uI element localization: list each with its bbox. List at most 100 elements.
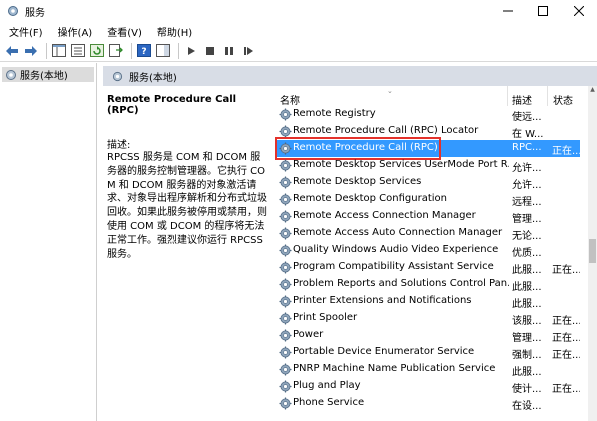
service-status: 正在...: [552, 333, 580, 344]
service-name: Problem Reports and Solutions Control Pa…: [293, 278, 509, 289]
service-status: 正在...: [552, 316, 580, 327]
menu-action[interactable]: 操作(A): [49, 24, 99, 39]
panel-header: 服务(本地): [103, 66, 597, 86]
tree-item-services-local[interactable]: 服务(本地): [2, 67, 94, 82]
service-name: Printer Extensions and Notifications: [293, 295, 472, 306]
maximize-button[interactable]: [526, 0, 560, 22]
service-gear-icon: [279, 159, 292, 172]
service-row[interactable]: Portable Device Enumerator Service 强制... 正…: [275, 344, 580, 361]
refresh-icon[interactable]: [89, 43, 105, 59]
service-row[interactable]: Power 管理... 正在...: [275, 327, 580, 344]
forward-arrow-icon[interactable]: [23, 43, 39, 59]
column-header-description[interactable]: 描述: [512, 92, 532, 107]
show-hide-icon[interactable]: [155, 43, 171, 59]
column-header-status[interactable]: 状态: [553, 92, 573, 107]
svg-text:?: ?: [141, 47, 146, 57]
service-gear-icon: [279, 193, 292, 206]
service-description: 使计...: [512, 384, 542, 395]
service-row[interactable]: Remote Registry 使远...: [275, 106, 580, 123]
service-gear-icon: [279, 210, 292, 223]
services-gear-icon: [6, 69, 16, 80]
service-description: 优质...: [512, 248, 542, 259]
service-name: Remote Desktop Services UserMode Port R.…: [293, 159, 509, 170]
vertical-scrollbar[interactable]: ▲: [588, 86, 597, 421]
start-service-icon[interactable]: [183, 43, 199, 59]
back-arrow-icon[interactable]: [4, 43, 20, 59]
service-name: Quality Windows Audio Video Experience: [293, 244, 499, 255]
help-icon[interactable]: ?: [136, 43, 152, 59]
service-row[interactable]: Printer Extensions and Notifications 此服..…: [275, 293, 580, 310]
service-description: 此服...: [512, 265, 542, 276]
service-description: 管理...: [512, 214, 542, 225]
title-bar: 服务: [0, 0, 597, 22]
scrollbar-thumb[interactable]: [589, 239, 596, 263]
column-divider[interactable]: [547, 86, 548, 106]
stop-service-icon[interactable]: [202, 43, 218, 59]
service-gear-icon: [279, 261, 292, 274]
service-gear-icon: [279, 295, 292, 308]
service-row[interactable]: Remote Desktop Services UserMode Port R.…: [275, 157, 580, 174]
service-row[interactable]: Plug and Play 使计... 正在...: [275, 378, 580, 395]
service-name: Power: [293, 329, 324, 340]
service-row[interactable]: Problem Reports and Solutions Control Pa…: [275, 276, 580, 293]
menu-file[interactable]: 文件(F): [0, 24, 49, 39]
service-gear-icon: [279, 278, 292, 291]
close-button[interactable]: [562, 0, 596, 22]
minimize-button[interactable]: [491, 0, 525, 22]
toolbar-divider: [131, 42, 132, 59]
service-row[interactable]: Print Spooler 该服... 正在...: [275, 310, 580, 327]
service-status: 正在...: [552, 146, 580, 157]
service-row[interactable]: Remote Desktop Configuration 远程...: [275, 191, 580, 208]
service-description: RPC...: [512, 142, 542, 153]
service-row[interactable]: Remote Procedure Call (RPC) RPC... 正在...: [275, 137, 580, 160]
service-row[interactable]: Quality Windows Audio Video Experience 优质…: [275, 242, 580, 259]
service-name: Remote Access Auto Connection Manager: [293, 227, 503, 238]
toolbar: ?: [0, 40, 597, 62]
service-name: Remote Procedure Call (RPC) Locator: [293, 125, 479, 136]
services-gear-icon: [112, 71, 123, 81]
service-row[interactable]: Remote Access Connection Manager 管理...: [275, 208, 580, 225]
scroll-up-arrow-icon[interactable]: ▲: [588, 86, 597, 96]
service-row[interactable]: Phone Service 在设...: [275, 395, 580, 412]
service-gear-icon: [279, 363, 292, 376]
service-gear-icon: [279, 312, 292, 325]
service-name: Remote Procedure Call (RPC): [293, 142, 438, 153]
menu-bar: 文件(F) 操作(A) 查看(V) 帮助(H): [0, 22, 597, 40]
service-description: 此服...: [512, 299, 542, 310]
column-header-name[interactable]: 名称: [280, 92, 300, 107]
service-description: 此服...: [512, 282, 542, 293]
console-tree-icon[interactable]: [51, 43, 67, 59]
services-panel: 服务(本地) Remote Procedure Call (RPC) 描述: R…: [103, 66, 597, 421]
service-detail-pane: Remote Procedure Call (RPC) 描述: RPCSS 服务…: [103, 86, 273, 421]
service-status: 正在...: [552, 350, 580, 361]
service-row[interactable]: Program Compatibility Assistant Service 此…: [275, 259, 580, 276]
service-description: 此服...: [512, 367, 542, 378]
service-description: 强制...: [512, 350, 542, 361]
service-detail-title: Remote Procedure Call (RPC): [107, 94, 237, 116]
column-divider[interactable]: [507, 86, 508, 106]
service-name: Remote Registry: [293, 108, 376, 119]
service-row[interactable]: PNRP Machine Name Publication Service 此服.…: [275, 361, 580, 378]
services-app-icon: [7, 5, 19, 17]
menu-view[interactable]: 查看(V): [98, 24, 148, 39]
service-name: PNRP Machine Name Publication Service: [293, 363, 496, 374]
service-gear-icon: [279, 346, 292, 359]
window-title: 服务: [25, 7, 45, 19]
service-row[interactable]: Remote Desktop Services 允许...: [275, 174, 580, 191]
toolbar-divider: [178, 42, 179, 59]
export-list-icon[interactable]: [108, 43, 124, 59]
service-gear-icon: [279, 329, 292, 342]
pause-service-icon[interactable]: [221, 43, 237, 59]
service-name: Remote Desktop Services: [293, 176, 422, 187]
properties-icon[interactable]: [70, 43, 86, 59]
service-name: Program Compatibility Assistant Service: [293, 261, 494, 272]
service-row[interactable]: Remote Access Auto Connection Manager 无论.…: [275, 225, 580, 242]
service-description: 允许...: [512, 180, 542, 191]
service-gear-icon: [279, 108, 292, 121]
restart-service-icon[interactable]: [240, 43, 256, 59]
service-description: 使远...: [512, 112, 542, 123]
menu-help[interactable]: 帮助(H): [148, 24, 198, 39]
service-description: 允许...: [512, 163, 542, 174]
panel-header-label: 服务(本地): [129, 72, 177, 84]
service-gear-icon: [279, 176, 292, 189]
